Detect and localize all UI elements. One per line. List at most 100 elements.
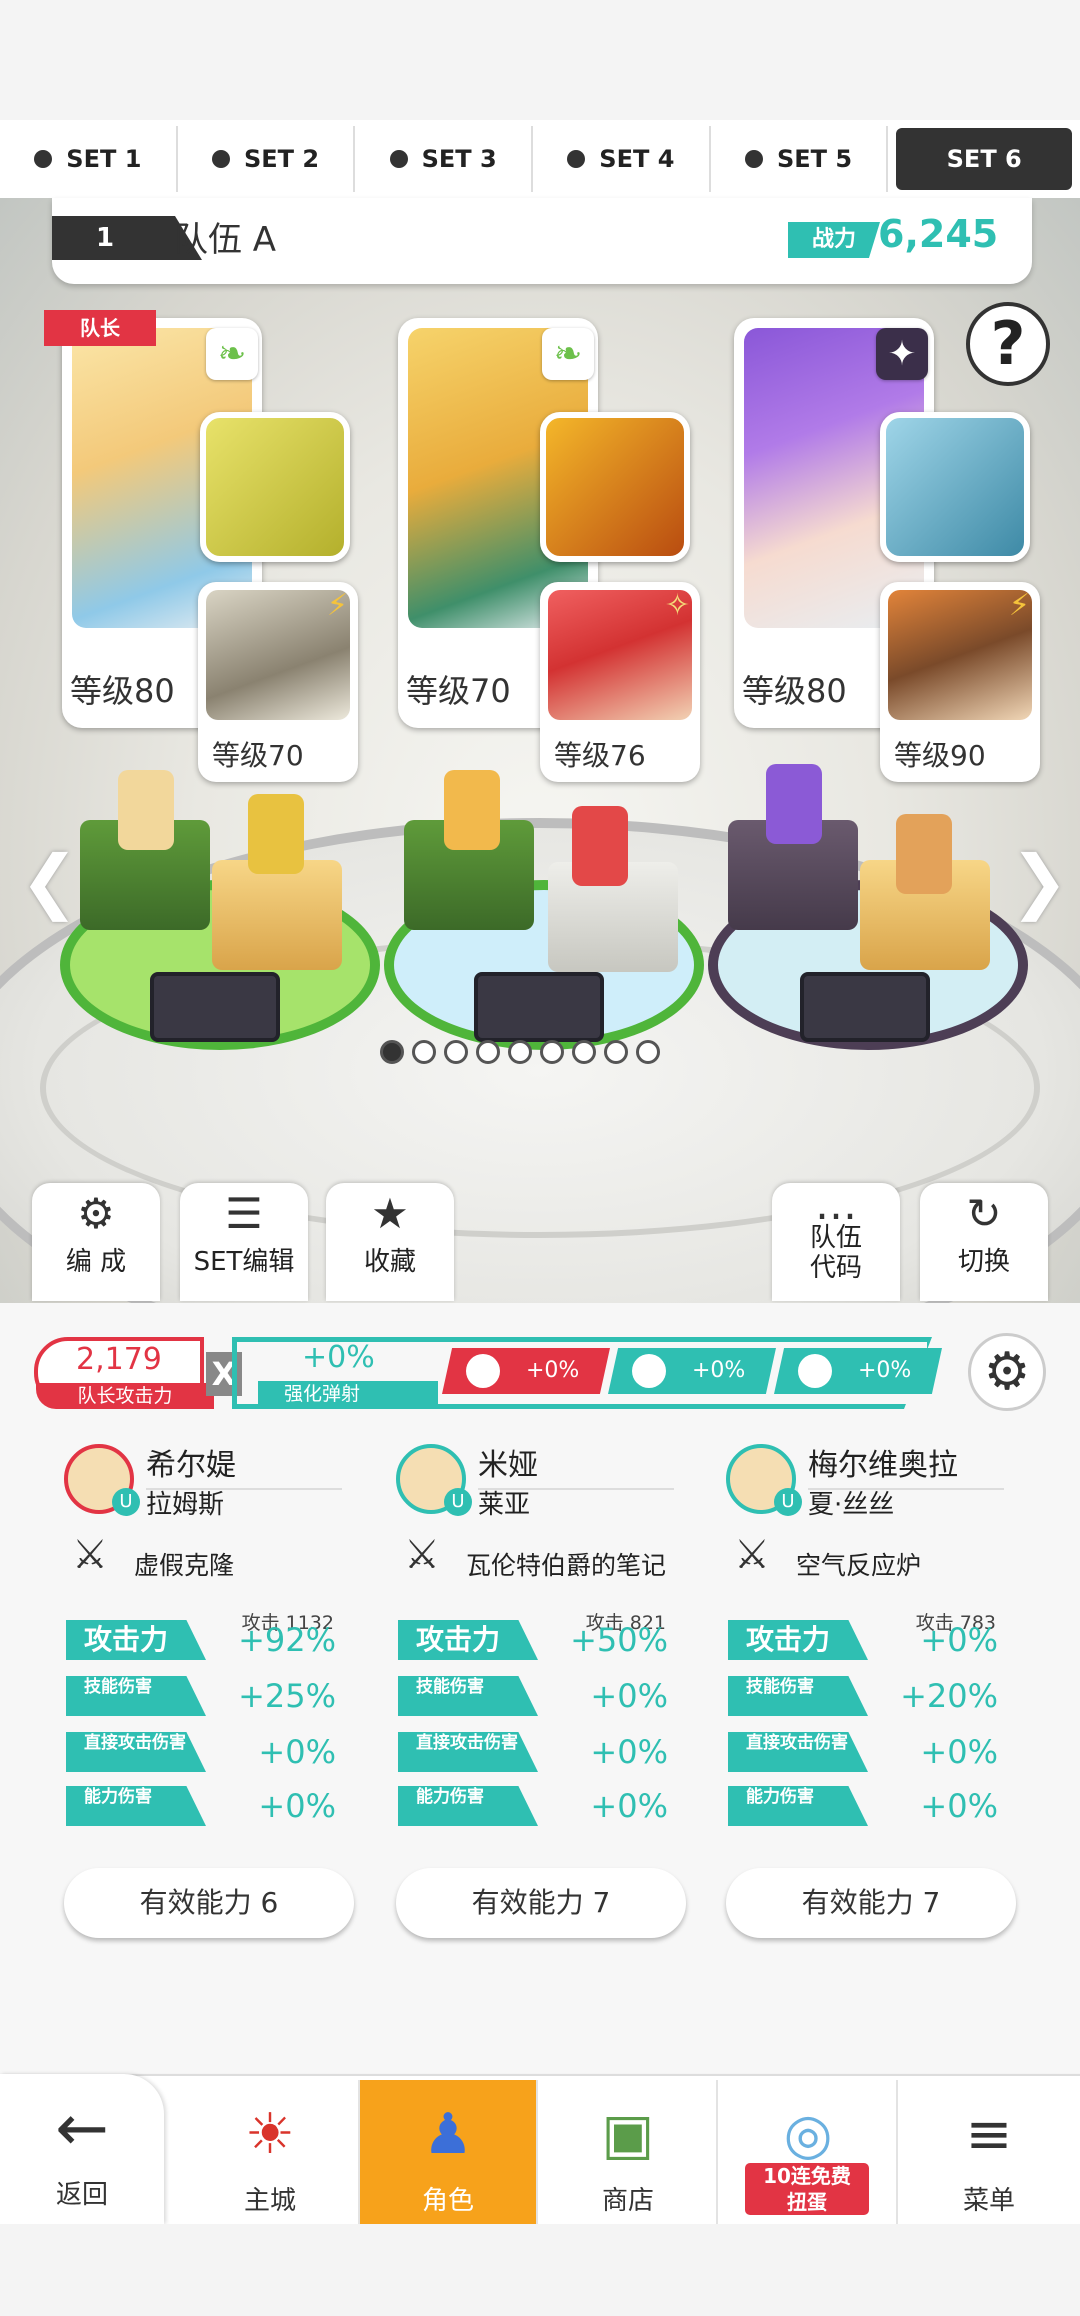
character-name: 梅尔维奥拉 xyxy=(808,1440,1004,1490)
stat-ability-damage: 能力伤害 +0% xyxy=(728,1786,1008,1826)
dot-icon xyxy=(34,150,53,168)
chibi-character xyxy=(118,770,174,850)
tab-set-3[interactable]: SET 3 xyxy=(355,126,534,192)
sub-level: 等级90 xyxy=(894,739,986,772)
dark-star-icon: ✦ xyxy=(876,328,928,380)
nav-shop[interactable]: ▣ 商店 xyxy=(540,2080,718,2224)
character-model: 莱亚 xyxy=(478,1490,531,1520)
compose-button[interactable]: ⚙ 编 成 xyxy=(32,1183,160,1301)
effective-ability-button[interactable]: 有效能力 7 xyxy=(396,1868,686,1938)
town-icon: ☀ xyxy=(244,2102,296,2167)
thumbs-up-star-icon: ★ xyxy=(371,1189,409,1238)
prev-arrow-icon[interactable]: ❮ xyxy=(20,840,79,922)
equipment-slot-2[interactable] xyxy=(540,412,690,562)
stat-skill-damage: 技能伤害 +25% xyxy=(66,1676,346,1716)
sub-level: 等级76 xyxy=(554,739,646,772)
stat-attack: 攻击力 +92% xyxy=(66,1620,346,1660)
sub-character-3[interactable]: ⚡ 等级90 xyxy=(880,582,1040,782)
sub-character-1[interactable]: ⚡ 等级70 xyxy=(198,582,358,782)
stat-skill-damage: 技能伤害 +20% xyxy=(728,1676,1008,1716)
character-stats-3: U 梅尔维奥拉 夏·丝丝 ⚔ 空气反应炉 攻击 783 攻击力 +0% 技能伤害 +… xyxy=(706,1440,1016,1938)
next-arrow-icon[interactable]: ❯ xyxy=(1010,840,1069,922)
leaf-icon: ❧ xyxy=(542,328,594,380)
back-button[interactable]: ← 返回 xyxy=(0,2074,164,2224)
equipment-slot-1[interactable] xyxy=(200,412,350,562)
chibi-character xyxy=(572,806,628,886)
character-level: 等级80 xyxy=(742,672,847,710)
character-icon: ♟ xyxy=(422,2102,474,2167)
avatar xyxy=(466,1354,500,1388)
character-name: 米娅 xyxy=(478,1440,674,1490)
team-code-button[interactable]: … 队伍 代码 xyxy=(772,1183,900,1301)
page-dot[interactable] xyxy=(636,1040,660,1064)
element-icon: U xyxy=(112,1488,140,1516)
character-model: 夏·丝丝 xyxy=(808,1490,895,1520)
tab-set-4[interactable]: SET 4 xyxy=(533,126,711,192)
nav-town[interactable]: ☀ 主城 xyxy=(182,2080,360,2224)
help-button[interactable]: ? xyxy=(966,302,1050,386)
nav-character[interactable]: ♟ 角色 xyxy=(360,2080,538,2224)
equipment-slot-3[interactable] xyxy=(880,412,1030,562)
leaf-icon: ❧ xyxy=(206,328,258,380)
page-dot[interactable] xyxy=(508,1040,532,1064)
power-label: 战力 xyxy=(788,222,880,258)
stat-ability-damage: 能力伤害 +0% xyxy=(66,1786,346,1826)
weapon-icon: ⚔ xyxy=(404,1532,440,1578)
shop-bag-icon: ▣ xyxy=(601,2102,655,2167)
page-dot[interactable] xyxy=(444,1040,468,1064)
nav-menu[interactable]: ≡ 菜单 xyxy=(900,2080,1078,2224)
set-edit-button[interactable]: ☰ SET编辑 xyxy=(180,1183,308,1301)
collect-button[interactable]: ★ 收藏 xyxy=(326,1183,454,1301)
sub-character-2[interactable]: ✧ 等级76 xyxy=(540,582,700,782)
character-level: 等级80 xyxy=(70,672,175,710)
team-bar[interactable]: 1 队伍 A 战力 6,245 xyxy=(52,198,1032,284)
weapon-name: 空气反应炉 xyxy=(796,1551,922,1580)
page-dot[interactable] xyxy=(380,1040,404,1064)
team-name: 队伍 A xyxy=(174,220,277,260)
bonus-chip-3: +0% xyxy=(774,1348,942,1394)
effective-ability-button[interactable]: 有效能力 7 xyxy=(726,1868,1016,1938)
stat-direct-damage: 直接攻击伤害 +0% xyxy=(398,1732,678,1772)
character-stats-2: U 米娅 莱亚 ⚔ 瓦伦特伯爵的笔记 攻击 821 攻击力 +50% 技能伤害 +0… xyxy=(376,1440,686,1938)
boost-label: 强化弹射 xyxy=(258,1381,438,1407)
tab-set-1[interactable]: SET 1 xyxy=(0,126,178,192)
page-dot[interactable] xyxy=(476,1040,500,1064)
effective-ability-button[interactable]: 有效能力 6 xyxy=(64,1868,354,1938)
refresh-icon: ↻ xyxy=(966,1189,1002,1238)
page-dot[interactable] xyxy=(540,1040,564,1064)
power-value: 6,245 xyxy=(878,212,999,256)
switch-button[interactable]: ↻ 切换 xyxy=(920,1183,1048,1301)
bonus-chip-2: +0% xyxy=(608,1348,776,1394)
page-dot[interactable] xyxy=(572,1040,596,1064)
dot-icon xyxy=(567,150,586,168)
chat-bubble-icon: … xyxy=(815,1180,857,1229)
tab-set-2[interactable]: SET 2 xyxy=(178,126,356,192)
lightning-icon: ⚡ xyxy=(1008,588,1030,623)
character-name: 希尔媞 xyxy=(146,1440,342,1490)
tab-set-6[interactable]: SET 6 xyxy=(896,128,1073,190)
settings-gear-icon[interactable]: ⚙ xyxy=(968,1333,1046,1411)
menu-list-icon: ≡ xyxy=(965,2102,1013,2167)
dot-icon xyxy=(744,150,763,168)
system-bar xyxy=(0,2224,1080,2316)
element-icon: U xyxy=(774,1488,802,1516)
stat-skill-damage: 技能伤害 +0% xyxy=(398,1676,678,1716)
rune-tile xyxy=(800,972,930,1042)
leader-attack-label: 队长攻击力 xyxy=(36,1383,214,1409)
weapon-name: 虚假克隆 xyxy=(134,1551,235,1580)
chibi-character xyxy=(766,764,822,844)
chibi-character xyxy=(248,794,304,874)
free-gacha-badge: 10连免费 扭蛋 xyxy=(742,2160,872,2218)
stat-attack: 攻击力 +50% xyxy=(398,1620,678,1660)
page-dot[interactable] xyxy=(412,1040,436,1064)
leader-tag: 队长 xyxy=(44,310,156,346)
pedestal-block xyxy=(212,860,342,970)
tab-set-5[interactable]: SET 5 xyxy=(711,126,889,192)
boost-value: +0% xyxy=(302,1340,375,1375)
set-tabs: SET 1 SET 2 SET 3 SET 4 SET 5 SET 6 xyxy=(0,120,1080,198)
avatar xyxy=(632,1354,666,1388)
leader-attack-value: 2,179 xyxy=(76,1342,162,1377)
weapon-icon: ⚔ xyxy=(72,1532,108,1578)
page-dot[interactable] xyxy=(604,1040,628,1064)
rune-tile xyxy=(474,972,604,1042)
